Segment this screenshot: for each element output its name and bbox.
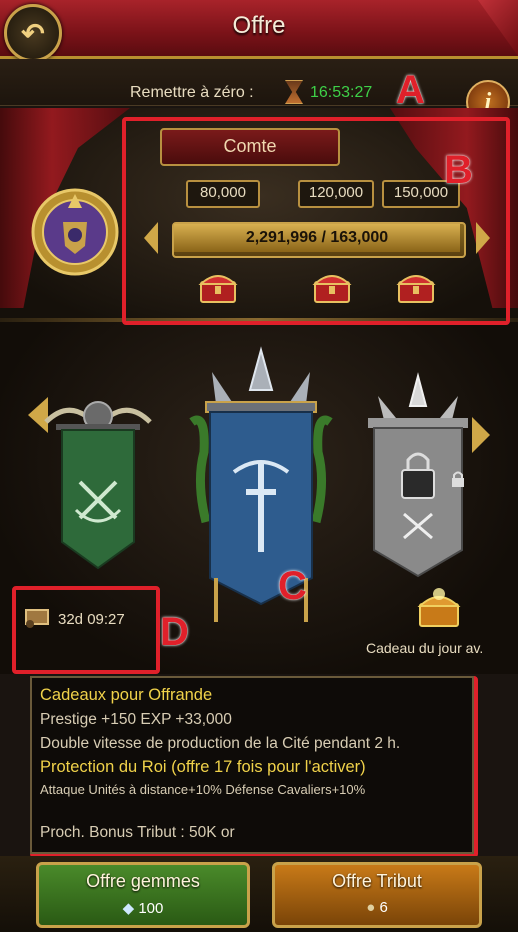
rank-medal-icon[interactable] xyxy=(28,180,122,280)
panel-heading: Cadeaux pour Offrande xyxy=(40,686,213,704)
banner-blue-selected[interactable] xyxy=(176,342,346,632)
annotation-letter-b: B xyxy=(444,148,473,192)
panel-protection: Protection du Roi (offre 17 fois pour l'… xyxy=(40,758,366,776)
reset-label: Remettre à zéro : xyxy=(130,84,254,101)
annotation-letter-a: A xyxy=(396,68,425,112)
panel-next-bonus: Proch. Bonus Tribut : 50K or xyxy=(40,824,235,841)
daily-gift-label: Cadeau du jour av. xyxy=(366,640,484,656)
reset-bar xyxy=(0,59,518,106)
padlock-icon xyxy=(452,471,464,487)
coin-icon: ● xyxy=(366,899,376,916)
banner-green[interactable] xyxy=(36,392,160,572)
offer-gems-cost-value: 100 xyxy=(138,900,164,917)
offer-tribute-label: Offre Tribut xyxy=(332,871,422,891)
offer-tribute-cost-value: 6 xyxy=(379,899,388,916)
panel-bonus: Attaque Unités à distance+10% Défense Ca… xyxy=(40,782,366,797)
back-arrow-icon: ↶ xyxy=(21,17,45,49)
page-title: Offre xyxy=(232,12,286,39)
offer-gems-label: Offre gemmes xyxy=(86,871,200,891)
annotation-letter-d: D xyxy=(160,610,189,654)
offer-gems-cost: ◆ 100 xyxy=(39,899,247,917)
offer-gems-button[interactable]: Offre gemmes ◆ 100 xyxy=(36,862,250,928)
offer-tribute-cost: ● 6 xyxy=(275,899,479,916)
annotation-box-d xyxy=(12,586,160,674)
offer-tribute-button[interactable]: Offre Tribut ● 6 xyxy=(272,862,482,928)
panel-line-production: Double vitesse de production de la Cité … xyxy=(40,735,401,752)
annotation-letter-c: C xyxy=(278,564,307,608)
header-bar: Offre xyxy=(0,0,518,59)
reset-timer: 16:53:27 xyxy=(310,84,373,101)
daily-gift-chest-icon[interactable] xyxy=(416,584,462,630)
diamond-icon: ◆ xyxy=(122,900,135,917)
back-button[interactable]: ↶ xyxy=(4,4,62,62)
panel-line-prestige: Prestige +150 EXP +33,000 xyxy=(40,711,232,728)
